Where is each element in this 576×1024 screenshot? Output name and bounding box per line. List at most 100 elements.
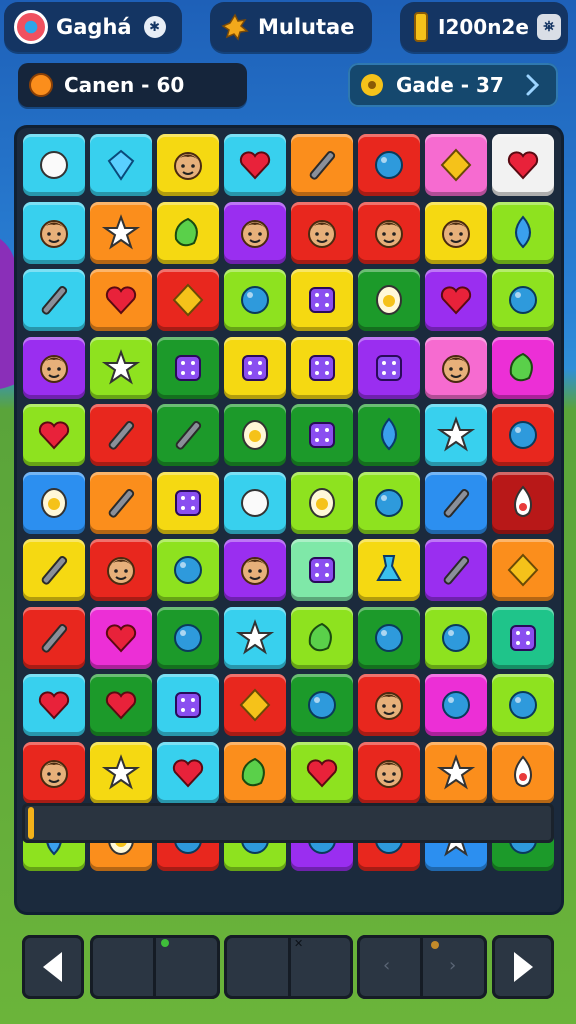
game-tile[interactable] [90, 404, 152, 466]
game-tile[interactable] [23, 404, 85, 466]
game-tile[interactable] [358, 606, 420, 669]
game-tile[interactable] [157, 674, 219, 736]
game-tile[interactable] [90, 201, 152, 264]
game-tile[interactable] [291, 674, 353, 736]
game-tile[interactable] [425, 404, 487, 466]
game-tile[interactable] [224, 606, 286, 669]
game-tile[interactable] [425, 674, 487, 736]
game-tile[interactable] [90, 539, 152, 601]
game-tile[interactable] [358, 269, 420, 331]
game-tile[interactable] [358, 404, 420, 466]
game-tile[interactable] [425, 471, 487, 534]
slot-bar-left[interactable] [90, 935, 220, 999]
game-tile[interactable] [224, 336, 286, 399]
heart-icon [105, 286, 137, 315]
stick-icon [309, 151, 336, 180]
game-tile[interactable] [291, 134, 353, 196]
game-tile[interactable] [291, 471, 353, 534]
game-tile[interactable] [90, 606, 152, 669]
game-tile[interactable] [492, 134, 554, 196]
game-tile[interactable] [23, 134, 85, 196]
lock-icon[interactable]: ⛯ [536, 14, 561, 40]
game-tile[interactable] [492, 269, 554, 331]
game-tile[interactable] [291, 269, 353, 331]
game-tile[interactable] [23, 201, 85, 264]
game-tile[interactable] [425, 741, 487, 804]
game-tile[interactable] [224, 134, 286, 196]
gem-round-icon [241, 488, 269, 517]
game-tile[interactable] [157, 134, 219, 196]
game-tile[interactable] [291, 606, 353, 669]
game-tile[interactable] [23, 471, 85, 534]
game-tile[interactable] [23, 741, 85, 804]
game-tile[interactable] [492, 471, 554, 534]
game-tile[interactable] [23, 674, 85, 736]
game-tile[interactable] [224, 201, 286, 264]
player-badge[interactable]: Gaghá ✱ [4, 2, 182, 52]
game-tile[interactable] [291, 539, 353, 601]
game-tile[interactable] [358, 471, 420, 534]
game-tile[interactable] [157, 404, 219, 466]
game-tile[interactable] [157, 606, 219, 669]
game-tile[interactable] [425, 606, 487, 669]
star-icon [101, 753, 141, 790]
game-tile[interactable] [157, 336, 219, 399]
game-tile[interactable] [90, 471, 152, 534]
slot-bar-right[interactable]: ‹ › [357, 935, 487, 999]
game-tile[interactable] [358, 336, 420, 399]
dice-icon [510, 624, 536, 651]
game-tile[interactable] [23, 336, 85, 399]
face-icon [107, 557, 135, 585]
game-tile[interactable] [224, 404, 286, 466]
game-tile[interactable] [157, 269, 219, 331]
mode-badge[interactable]: Mulutae [210, 2, 372, 52]
game-tile[interactable] [425, 539, 487, 601]
game-tile[interactable] [492, 404, 554, 466]
game-tile[interactable] [358, 134, 420, 196]
game-tile[interactable] [90, 336, 152, 399]
game-tile[interactable] [23, 539, 85, 601]
flower-icon [358, 71, 386, 99]
game-tile[interactable] [157, 471, 219, 534]
game-tile[interactable] [492, 741, 554, 804]
game-tile[interactable] [224, 269, 286, 331]
game-tile[interactable] [492, 674, 554, 736]
game-tile[interactable] [224, 471, 286, 534]
game-tile[interactable] [492, 606, 554, 669]
game-tile[interactable] [358, 539, 420, 601]
prev-button[interactable] [22, 935, 84, 999]
game-tile[interactable] [492, 201, 554, 264]
game-tile[interactable] [224, 539, 286, 601]
game-tile[interactable] [425, 336, 487, 399]
game-tile[interactable] [23, 606, 85, 669]
game-tile[interactable] [224, 741, 286, 804]
game-tile[interactable] [224, 674, 286, 736]
game-tile[interactable] [90, 741, 152, 804]
game-tile[interactable] [291, 336, 353, 399]
settings-icon[interactable]: ✱ [143, 16, 166, 38]
game-tile[interactable] [157, 201, 219, 264]
game-tile[interactable] [157, 741, 219, 804]
game-tile[interactable] [425, 269, 487, 331]
game-tile[interactable] [291, 201, 353, 264]
game-tile[interactable] [90, 134, 152, 196]
goal-panel[interactable]: Gade - 37 [348, 63, 558, 107]
game-tile[interactable] [291, 741, 353, 804]
next-button[interactable] [492, 935, 554, 999]
game-tile[interactable] [291, 404, 353, 466]
game-tile[interactable] [90, 269, 152, 331]
game-tile[interactable] [425, 134, 487, 196]
chevron-right-icon[interactable] [522, 71, 544, 99]
game-tile[interactable] [492, 336, 554, 399]
egg-icon [376, 285, 402, 315]
slot-bar-center[interactable]: ✕ [224, 935, 353, 999]
game-tile[interactable] [492, 539, 554, 601]
star-icon [235, 618, 275, 655]
game-tile[interactable] [358, 674, 420, 736]
game-tile[interactable] [23, 269, 85, 331]
game-tile[interactable] [358, 201, 420, 264]
game-tile[interactable] [425, 201, 487, 264]
game-tile[interactable] [157, 539, 219, 601]
game-tile[interactable] [90, 674, 152, 736]
game-tile[interactable] [358, 741, 420, 804]
